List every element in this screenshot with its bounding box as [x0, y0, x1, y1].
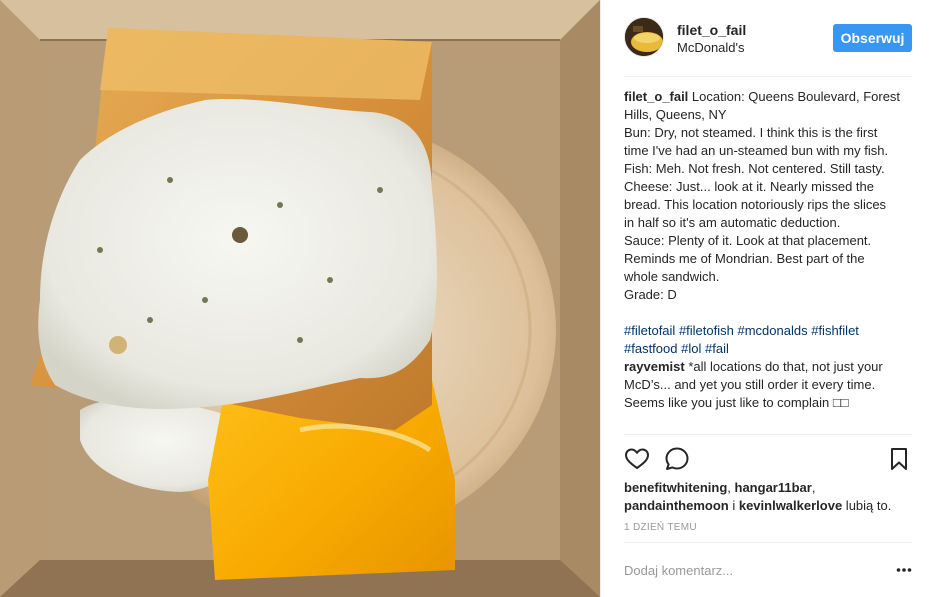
hashtag-link[interactable]: #fishfilet — [811, 323, 859, 338]
caption-line: filet_o_fail Location: Queens Boulevard,… — [624, 88, 916, 106]
caption-line: bread. This location notoriously rips th… — [624, 197, 887, 212]
instagram-post: filet_o_fail McDonald's Obserwuj filet_o… — [0, 0, 934, 597]
likes-separator: , — [811, 480, 816, 495]
caption-line: Sauce: Plenty of it. Look at that placem… — [624, 233, 872, 248]
comment-input[interactable] — [624, 556, 874, 584]
ellipsis-icon — [896, 568, 912, 572]
hashtag-link[interactable]: #fail — [705, 341, 729, 356]
bookmark-icon — [891, 448, 907, 470]
input-divider — [624, 542, 912, 543]
likes-separator: , — [727, 480, 735, 495]
post-username[interactable]: filet_o_fail — [677, 22, 746, 38]
comment-line: McD’s... and yet you still order it ever… — [624, 377, 876, 392]
caption-line: Grade: D — [624, 287, 677, 302]
caption-line: Bun: Dry, not steamed. I think this is t… — [624, 125, 878, 140]
post-timestamp[interactable]: 1 DZIEŃ TEMU — [624, 522, 697, 533]
comments-section: filet_o_fail Location: Queens Boulevard,… — [624, 88, 916, 412]
likes-suffix: lubią to. — [842, 498, 892, 513]
post-side-panel: filet_o_fail McDonald's Obserwuj filet_o… — [600, 0, 934, 597]
hashtag-link[interactable]: #mcdonalds — [737, 323, 807, 338]
hashtag-link[interactable]: #filetofail — [624, 323, 675, 338]
post-photo[interactable] — [0, 0, 600, 597]
caption-text: Location: Queens Boulevard, Forest — [691, 89, 901, 104]
comment-line: Seems like you just like to complain □□ — [624, 395, 849, 410]
header-divider — [624, 76, 912, 77]
filet-o-fish-photo — [0, 0, 600, 597]
caption-line: Fish: Meh. Not fresh. Not centered. Stil… — [624, 161, 885, 176]
save-button[interactable] — [886, 446, 912, 472]
caption-line: Reminds me of Mondrian. Best part of the — [624, 251, 865, 266]
liker-link[interactable]: pandainthemoon — [624, 498, 729, 513]
hashtags-line: #filetofail #filetofish #mcdonalds #fish… — [624, 322, 916, 340]
more-options-button[interactable] — [896, 562, 912, 578]
comment-text: *all locations do that, not just your — [688, 359, 883, 374]
comments-divider — [624, 434, 912, 435]
avatar-image-icon — [625, 18, 663, 56]
hashtag-link[interactable]: #fastfood — [624, 341, 678, 356]
likes-summary: benefitwhitening, hangar11bar, pandainth… — [624, 479, 916, 515]
hashtags-line: #fastfood #lol #fail — [624, 340, 916, 358]
liker-link[interactable]: benefitwhitening — [624, 480, 727, 495]
action-bar — [624, 446, 916, 472]
comment-button[interactable] — [664, 446, 690, 472]
liker-link[interactable]: hangar11bar — [735, 480, 812, 495]
hashtag-link[interactable]: #filetofish — [679, 323, 734, 338]
liker-link[interactable]: kevinlwalkerlove — [739, 498, 842, 513]
post-location[interactable]: McDonald's — [677, 40, 745, 55]
caption-line: Cheese: Just... look at it. Nearly misse… — [624, 179, 874, 194]
follow-button[interactable]: Obserwuj — [833, 24, 912, 52]
heart-icon — [625, 448, 649, 469]
caption-username[interactable]: filet_o_fail — [624, 89, 688, 104]
caption-line: time I've had an un-steamed bun with my … — [624, 143, 889, 158]
comment-form — [624, 556, 912, 584]
like-button[interactable] — [624, 446, 650, 472]
likes-line: benefitwhitening, hangar11bar, — [624, 479, 916, 497]
caption-line: in half so it's am automatic deduction. — [624, 215, 841, 230]
likes-joiner: i — [728, 498, 739, 513]
caption-line: Hills, Queens, NY — [624, 107, 727, 122]
speech-bubble-icon — [665, 447, 689, 470]
post-header: filet_o_fail McDonald's Obserwuj — [601, 0, 934, 78]
likes-line: pandainthemoon i kevinlwalkerlove lubią … — [624, 497, 916, 515]
hashtag-link[interactable]: #lol — [681, 341, 701, 356]
comment-username[interactable]: rayvemist — [624, 359, 685, 374]
caption-line: whole sandwich. — [624, 269, 720, 284]
comment-line: rayvemist *all locations do that, not ju… — [624, 358, 916, 376]
avatar[interactable] — [624, 17, 664, 57]
